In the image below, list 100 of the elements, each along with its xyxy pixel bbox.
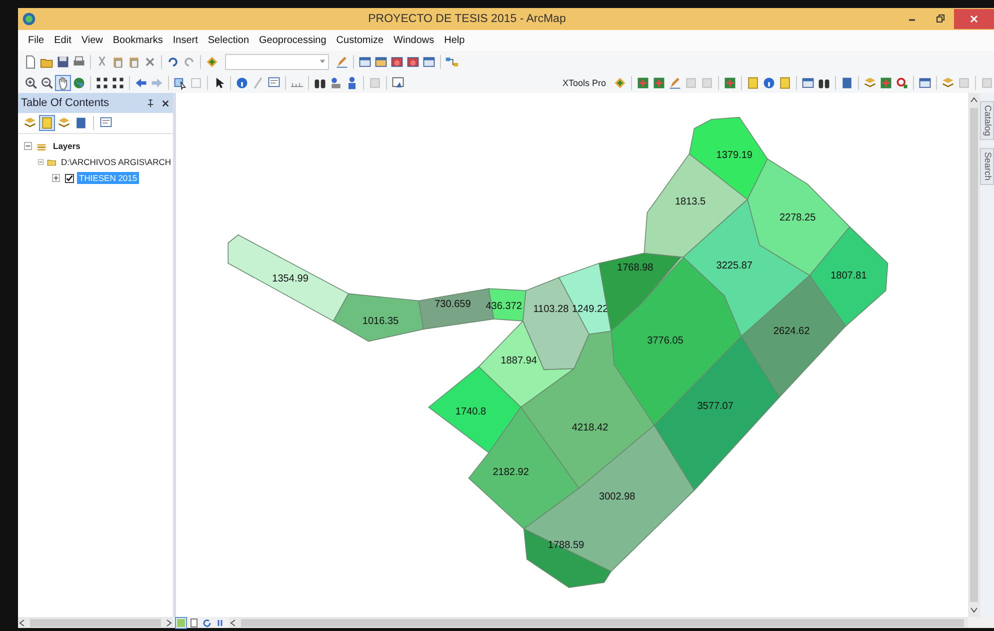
layers-icon[interactable] (23, 116, 37, 130)
pan-icon[interactable] (56, 76, 70, 90)
caret-icon (319, 58, 326, 65)
identify-icon[interactable] (762, 76, 776, 90)
region-label: 2278.25 (779, 212, 816, 224)
menu-item[interactable]: Insert (172, 35, 198, 46)
print-icon[interactable] (72, 54, 86, 68)
scale-field[interactable] (225, 54, 329, 70)
zoom-out-icon[interactable] (40, 76, 54, 90)
region-label: 3577.07 (697, 401, 734, 412)
restore-icon (935, 14, 945, 24)
layers-icon[interactable] (941, 76, 955, 90)
layer-label[interactable]: Layers (51, 140, 82, 152)
region-label: 1788.59 (548, 540, 584, 552)
region-label: 1887.94 (500, 356, 537, 367)
region-label: 3002.98 (599, 491, 636, 502)
region-label: 3776.05 (647, 335, 684, 346)
layout-view-icon[interactable] (189, 618, 199, 628)
menu-item[interactable]: Selection (208, 35, 250, 46)
circle-icon[interactable] (895, 76, 909, 90)
scroll-right-icon[interactable] (165, 618, 173, 626)
region-label: 1740.8 (455, 406, 486, 418)
xtools-dropdown[interactable]: XTools Pro (559, 78, 609, 88)
menu-item[interactable]: Help (444, 35, 465, 46)
document-icon[interactable] (40, 116, 54, 130)
expander-icon[interactable] (38, 158, 44, 166)
region-label: 730.659 (434, 298, 471, 310)
scroll-up-icon[interactable] (970, 96, 978, 104)
picture-icon[interactable] (391, 76, 405, 90)
region-label: 2182.92 (492, 467, 529, 478)
side-tab[interactable]: Search (980, 148, 994, 185)
paste-icon[interactable] (127, 54, 141, 68)
window-icon[interactable] (801, 76, 815, 90)
region-label: 1807.81 (830, 270, 867, 282)
menu-item[interactable]: Edit (54, 35, 72, 46)
document-icon[interactable] (74, 116, 88, 130)
menu-item[interactable]: Geoprocessing (259, 35, 326, 46)
region-label: 1379.19 (716, 150, 753, 161)
undo-icon[interactable] (166, 54, 180, 68)
menu-item[interactable]: Customize (336, 35, 384, 46)
document-icon[interactable] (840, 76, 854, 90)
window-icon[interactable] (422, 54, 436, 68)
vertical-scrollbar[interactable] (968, 93, 980, 617)
window-title: PROYECTO DE TESIS 2015 - ArcMap (367, 13, 567, 25)
region-label: 1249.22 (572, 304, 608, 315)
pencil-icon[interactable] (668, 76, 682, 90)
zoom-in-icon[interactable] (24, 76, 38, 90)
close-icon[interactable] (161, 98, 170, 108)
region-label: 1103.28 (533, 304, 569, 315)
menu-item[interactable]: File (28, 35, 44, 46)
identify-icon[interactable] (235, 76, 249, 90)
menu-item[interactable]: Windows (394, 35, 434, 46)
document-icon[interactable] (778, 76, 792, 90)
refresh-icon[interactable] (202, 618, 212, 628)
select-features-icon[interactable] (173, 76, 187, 90)
region-label: 1768.98 (617, 262, 654, 274)
checkbox[interactable] (65, 174, 74, 182)
scroll-left-icon[interactable] (18, 618, 26, 626)
save-icon[interactable] (56, 54, 70, 68)
document-icon[interactable] (746, 76, 760, 90)
menu-item[interactable]: View (81, 35, 103, 46)
pause-icon[interactable] (215, 618, 225, 628)
panel-title: Table Of Contents (21, 97, 110, 109)
region-label: 2624.62 (773, 326, 810, 338)
add-data-icon[interactable] (613, 76, 627, 90)
new-file-icon[interactable] (24, 54, 38, 68)
scroll-down-icon[interactable] (970, 606, 978, 614)
fixed-zoom-icon[interactable] (111, 76, 125, 90)
pencil-icon[interactable] (335, 54, 349, 68)
region-label: 3225.87 (716, 260, 753, 272)
window-icon[interactable] (918, 76, 932, 90)
window-icon[interactable] (406, 54, 420, 68)
horizontal-scrollbar[interactable] (229, 617, 968, 628)
window-icon[interactable] (358, 54, 372, 68)
data-view-icon[interactable] (176, 618, 186, 628)
horizontal-scrollbar[interactable] (18, 617, 173, 628)
globe-icon (22, 12, 36, 26)
window-icon[interactable] (374, 54, 388, 68)
model-icon[interactable] (445, 54, 459, 68)
expander-icon[interactable] (52, 174, 60, 182)
globe-icon[interactable] (72, 76, 86, 90)
region-label: 1354.99 (272, 273, 308, 285)
scroll-left-icon[interactable] (229, 618, 237, 626)
window-icon[interactable] (390, 54, 404, 68)
side-tab[interactable]: Catalog (980, 101, 994, 140)
menu-item[interactable]: Bookmarks (112, 35, 163, 46)
close-icon (969, 14, 979, 24)
region-label: 4218.42 (572, 422, 608, 434)
layers-icon[interactable] (57, 116, 71, 130)
layer-label[interactable]: D:\ARCHIVOS ARGIS\ARCH (58, 156, 173, 168)
add-data-icon[interactable] (205, 54, 219, 68)
popup-icon[interactable] (99, 116, 113, 130)
region-label: 1016.35 (362, 316, 399, 328)
fixed-zoom-icon[interactable] (95, 76, 109, 90)
expander-icon[interactable] (24, 142, 32, 150)
region-label: 436.372 (486, 300, 522, 312)
popup-icon[interactable] (267, 76, 281, 90)
layers-icon[interactable] (863, 76, 877, 90)
region-label: 1813.5 (674, 196, 706, 208)
paste-icon[interactable] (111, 54, 125, 68)
